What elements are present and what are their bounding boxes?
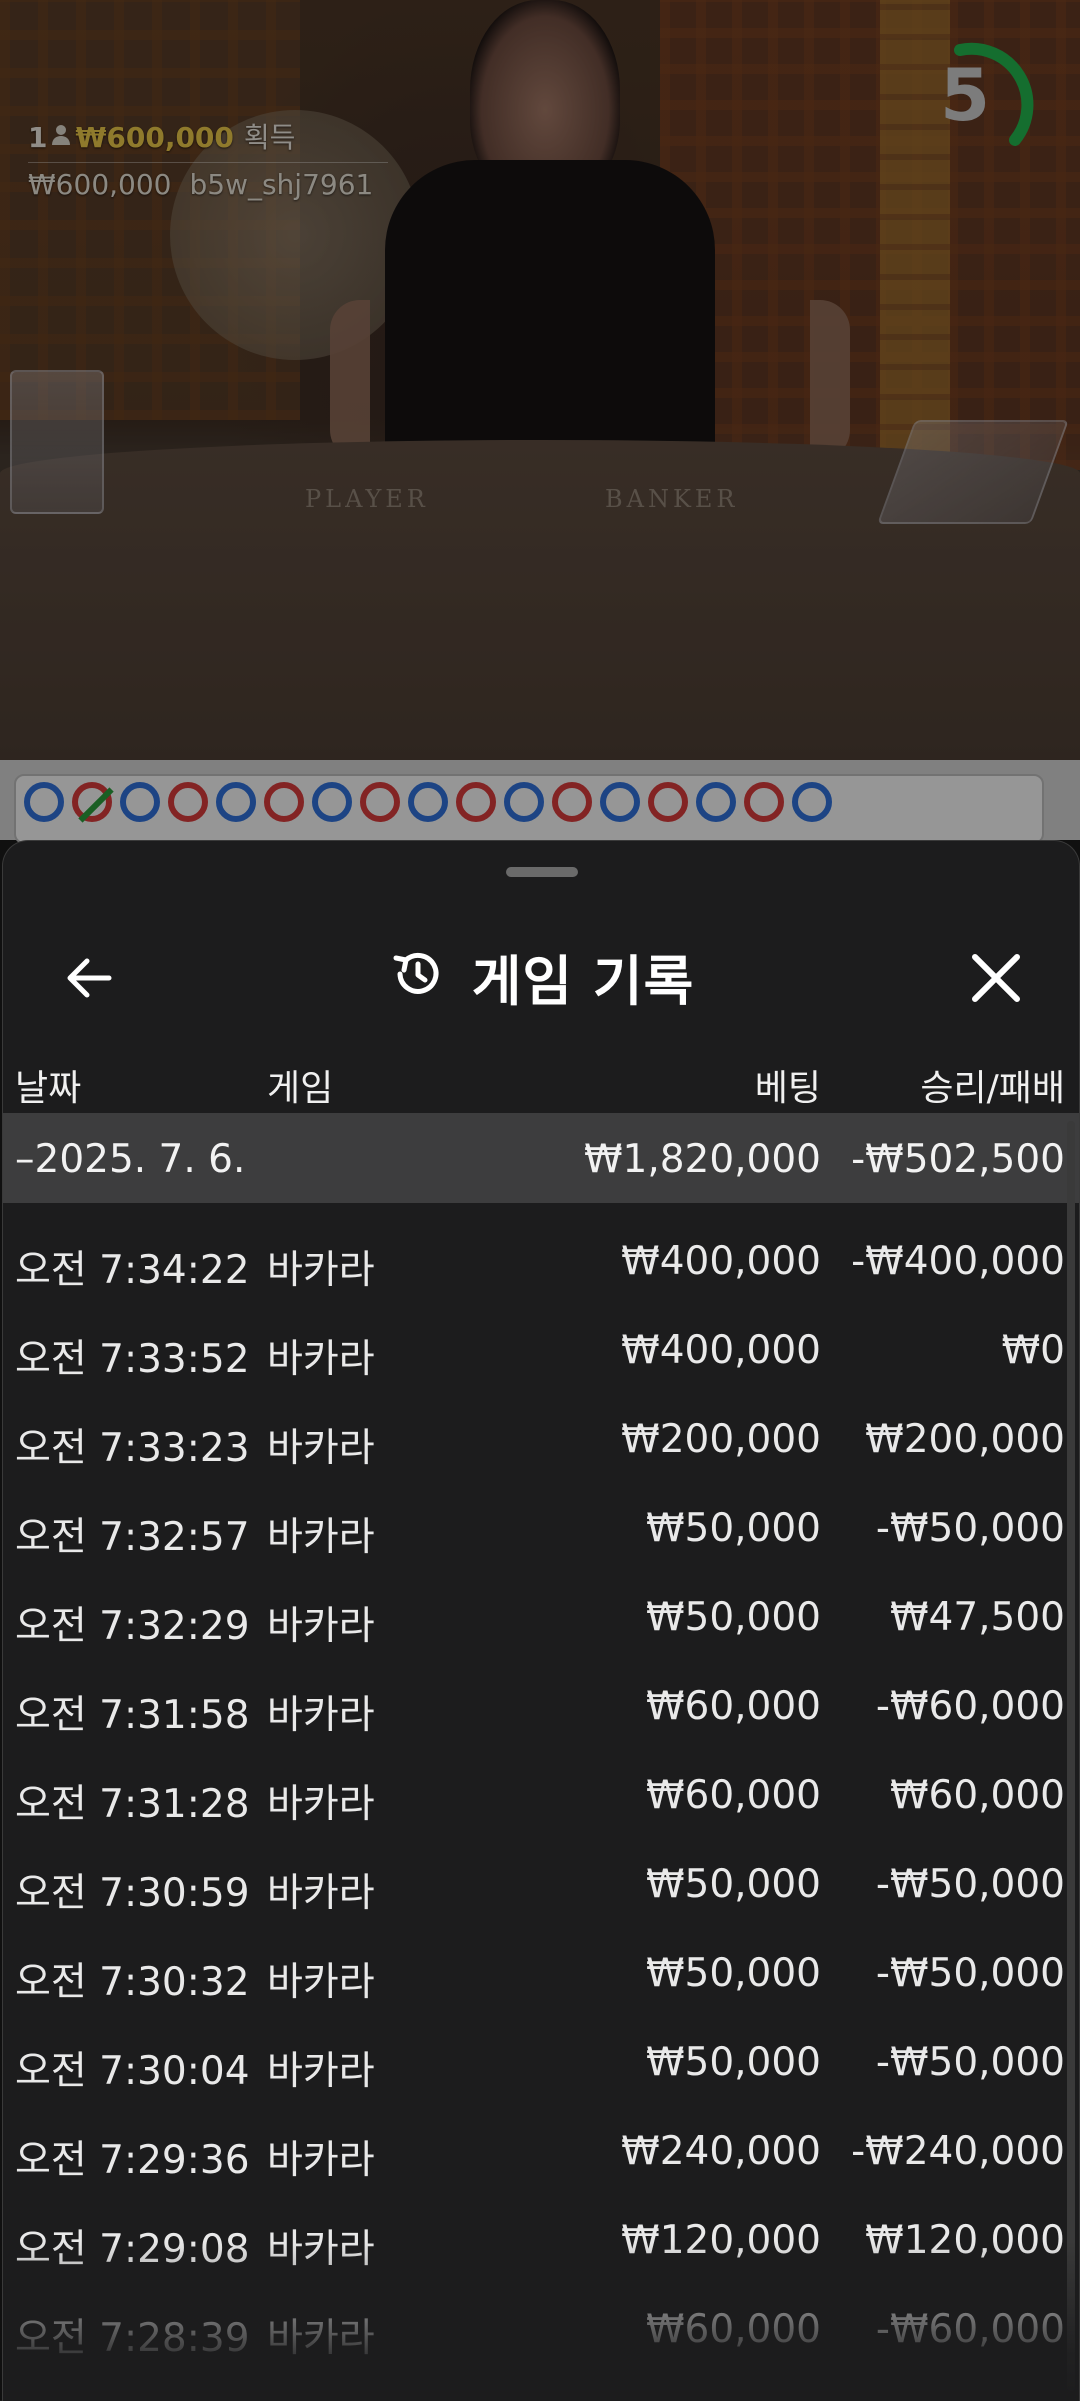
row-time: 오전 7:34:22 [15, 1248, 250, 1293]
row-game: 바카라 [267, 2049, 375, 2094]
date-group-bet-total: ₩1,820,000 [583, 1137, 821, 1182]
history-row[interactable]: 오전 7:32:29 바카라 ₩50,000 ₩47,500 [3, 1571, 1079, 1660]
row-game: 바카라 [267, 2227, 375, 2272]
row-game: 바카라 [267, 1693, 375, 1738]
close-icon [972, 954, 1020, 1002]
table-header: 날짜 게임 베팅 승리/패배 [3, 1033, 1079, 1123]
row-bet: ₩50,000 [645, 1595, 821, 1640]
history-row[interactable]: 오전 7:29:36 바카라 ₩240,000 -₩240,000 [3, 2105, 1079, 2194]
row-result: ₩200,000 [865, 1417, 1065, 1462]
arrow-left-icon [67, 958, 112, 998]
row-bet: ₩60,000 [645, 1773, 821, 1818]
game-history-sheet: 게임 기록 날짜 게임 베팅 승리/패배 –2025. 7. 6. ₩1,820… [2, 840, 1080, 2401]
row-game: 바카라 [267, 1515, 375, 1560]
back-button[interactable] [55, 943, 125, 1013]
row-result: -₩50,000 [875, 1506, 1065, 1551]
sheet-header: 게임 기록 [3, 901, 1079, 1051]
history-icon [388, 944, 448, 1008]
scrollbar[interactable] [1067, 1121, 1075, 2391]
row-bet: ₩240,000 [621, 2129, 821, 2174]
row-time: 오전 7:29:08 [15, 2227, 250, 2272]
row-time: 오전 7:30:04 [15, 2049, 250, 2094]
row-game: 바카라 [267, 1426, 375, 1471]
row-game: 바카라 [267, 1248, 375, 1293]
sheet-title: 게임 기록 [471, 949, 695, 1013]
row-result: -₩50,000 [875, 1951, 1065, 1996]
row-result: -₩60,000 [875, 1684, 1065, 1729]
history-table: –2025. 7. 6. ₩1,820,000 -₩502,500 오전 7:3… [3, 1113, 1079, 2372]
column-result: 승리/패배 [920, 1068, 1065, 1109]
row-bet: ₩400,000 [621, 1328, 821, 1373]
history-row[interactable]: 오전 7:34:22 바카라 ₩400,000 -₩400,000 [3, 1215, 1079, 1304]
history-row[interactable]: 오전 7:33:23 바카라 ₩200,000 ₩200,000 [3, 1393, 1079, 1482]
row-time: 오전 7:29:36 [15, 2138, 250, 2183]
row-time: 오전 7:32:29 [15, 1604, 250, 1649]
history-row[interactable]: 오전 7:30:59 바카라 ₩50,000 -₩50,000 [3, 1838, 1079, 1927]
row-result: ₩120,000 [865, 2218, 1065, 2263]
row-bet: ₩60,000 [645, 1684, 821, 1729]
row-game: 바카라 [267, 1782, 375, 1827]
row-result: -₩50,000 [875, 1862, 1065, 1907]
row-time: 오전 7:30:59 [15, 1871, 250, 1916]
row-result: -₩50,000 [875, 2040, 1065, 2085]
row-result: ₩60,000 [889, 1773, 1065, 1818]
row-bet: ₩200,000 [621, 1417, 821, 1462]
row-time: 오전 7:33:23 [15, 1426, 250, 1471]
date-group-result-total: -₩502,500 [851, 1137, 1065, 1182]
row-bet: ₩50,000 [645, 1506, 821, 1551]
row-time: 오전 7:28:39 [15, 2316, 250, 2361]
column-date: 날짜 [15, 1068, 82, 1109]
row-time: 오전 7:33:52 [15, 1337, 250, 1382]
row-bet: ₩50,000 [645, 1862, 821, 1907]
date-group-date: –2025. 7. 6. [15, 1137, 246, 1182]
column-bet: 베팅 [754, 1068, 821, 1109]
history-row[interactable]: 오전 7:30:04 바카라 ₩50,000 -₩50,000 [3, 2016, 1079, 2105]
row-result: -₩60,000 [875, 2307, 1065, 2352]
history-row[interactable]: 오전 7:30:32 바카라 ₩50,000 -₩50,000 [3, 1927, 1079, 2016]
row-game: 바카라 [267, 1871, 375, 1916]
history-row[interactable]: 오전 7:28:39 바카라 ₩60,000 -₩60,000 [3, 2283, 1079, 2372]
row-game: 바카라 [267, 1337, 375, 1382]
history-row[interactable]: 오전 7:33:52 바카라 ₩400,000 ₩0 [3, 1304, 1079, 1393]
row-game: 바카라 [267, 2316, 375, 2361]
row-time: 오전 7:32:57 [15, 1515, 250, 1560]
history-row[interactable]: 오전 7:31:58 바카라 ₩60,000 -₩60,000 [3, 1660, 1079, 1749]
row-result: ₩0 [1001, 1328, 1065, 1373]
row-time: 오전 7:31:58 [15, 1693, 250, 1738]
row-bet: ₩60,000 [645, 2307, 821, 2352]
date-group-row[interactable]: –2025. 7. 6. ₩1,820,000 -₩502,500 [3, 1113, 1079, 1203]
sheet-drag-handle[interactable] [506, 867, 578, 877]
row-game: 바카라 [267, 1960, 375, 2005]
history-rows: 오전 7:34:22 바카라 ₩400,000 -₩400,000 오전 7:33:52… [3, 1203, 1079, 2372]
row-game: 바카라 [267, 1604, 375, 1649]
row-result: -₩240,000 [851, 2129, 1065, 2174]
row-time: 오전 7:31:28 [15, 1782, 250, 1827]
column-game: 게임 [267, 1068, 334, 1109]
title-wrap: 게임 기록 [3, 901, 1079, 1051]
row-time: 오전 7:30:32 [15, 1960, 250, 2005]
row-bet: ₩50,000 [645, 1951, 821, 1996]
history-row[interactable]: 오전 7:29:08 바카라 ₩120,000 ₩120,000 [3, 2194, 1079, 2283]
row-result: ₩47,500 [889, 1595, 1065, 1640]
row-result: -₩400,000 [851, 1239, 1065, 1284]
row-bet: ₩120,000 [621, 2218, 821, 2263]
row-game: 바카라 [267, 2138, 375, 2183]
close-button[interactable] [961, 943, 1031, 1013]
history-row[interactable]: 오전 7:31:28 바카라 ₩60,000 ₩60,000 [3, 1749, 1079, 1838]
row-bet: ₩50,000 [645, 2040, 821, 2085]
row-bet: ₩400,000 [621, 1239, 821, 1284]
history-row[interactable]: 오전 7:32:57 바카라 ₩50,000 -₩50,000 [3, 1482, 1079, 1571]
